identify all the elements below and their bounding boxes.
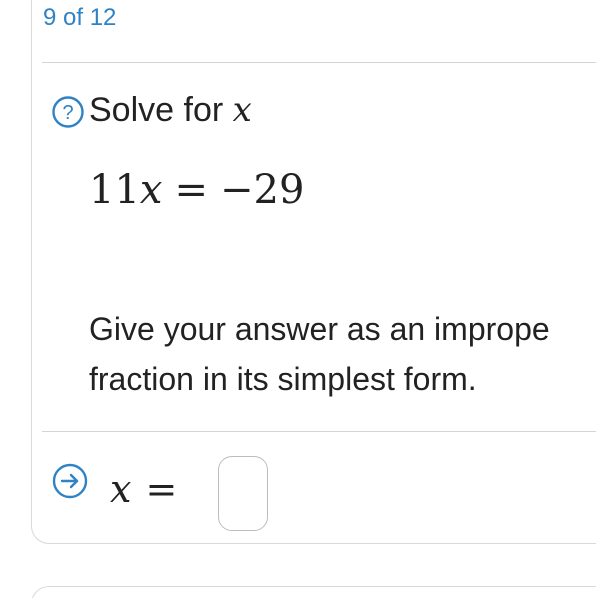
next-card: [31, 586, 596, 598]
question-circle-icon[interactable]: ?: [52, 96, 84, 128]
answer-operator: =: [145, 467, 178, 511]
arrow-right-circle-icon[interactable]: [52, 463, 88, 499]
question-prompt: Solve for x: [89, 90, 252, 130]
question-page: 9 of 12 ? Solve for x 11x = −29 Give your …: [0, 0, 596, 598]
svg-text:?: ?: [62, 102, 73, 124]
equation-variable: x: [139, 167, 163, 213]
instruction-line-1: Give your answer as an imprope: [89, 311, 550, 347]
instruction-line-2: fraction in its simplest form.: [89, 361, 477, 397]
answer-label: x =: [110, 467, 177, 511]
prompt-text: Solve for: [89, 91, 233, 129]
prompt-variable: x: [232, 90, 252, 130]
answer-variable: x: [110, 467, 132, 511]
divider: [42, 431, 596, 432]
equation: 11x = −29: [89, 167, 304, 213]
answer-input[interactable]: [218, 456, 268, 531]
equation-coefficient: 11: [89, 167, 140, 213]
divider: [42, 62, 596, 63]
question-card: [31, 0, 596, 544]
equation-rhs: −29: [219, 167, 305, 213]
answer-instruction: Give your answer as an imprope fraction …: [89, 304, 596, 404]
progress-label: 9 of 12: [43, 4, 117, 31]
equation-operator: =: [174, 167, 208, 213]
